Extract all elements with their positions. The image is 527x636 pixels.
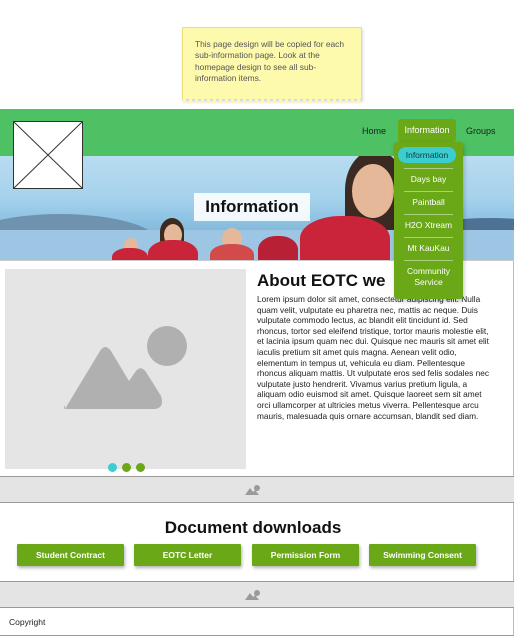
dropdown-divider (404, 237, 453, 238)
swimming-consent-button[interactable]: Swimming Consent (369, 544, 476, 566)
dropdown-item-mt-kaukau[interactable]: Mt KauKau (394, 243, 463, 254)
hero-person (300, 216, 390, 260)
about-body-text: Lorem ipsum dolor sit amet, consectetur … (257, 294, 489, 421)
image-placeholder-icon (13, 121, 83, 189)
dropdown-item-paintball[interactable]: Paintball (394, 197, 463, 208)
dropdown-divider (404, 214, 453, 215)
footer: Copyright (0, 609, 514, 636)
image-carousel[interactable] (5, 269, 246, 472)
student-contract-button[interactable]: Student Contract (17, 544, 124, 566)
nav-information-link[interactable]: Information (398, 119, 456, 142)
carousel-dot[interactable] (136, 463, 145, 472)
nav-home-link[interactable]: Home (362, 126, 386, 136)
image-placeholder-icon (64, 326, 187, 409)
permission-form-button[interactable]: Permission Form (252, 544, 359, 566)
hero-person (352, 164, 394, 218)
logo-placeholder[interactable] (13, 121, 83, 189)
dropdown-item-information[interactable]: Information (398, 147, 456, 163)
hero-person (258, 236, 298, 260)
eotc-letter-button[interactable]: EOTC Letter (134, 544, 241, 566)
image-placeholder-icon (245, 590, 260, 600)
hero-person (210, 244, 254, 260)
about-title: About EOTC we (257, 271, 386, 290)
copyright-text: Copyright (9, 617, 46, 627)
dropdown-divider (404, 260, 453, 261)
information-dropdown-menu: Information Days bay Paintball H2O Xtrea… (394, 142, 463, 299)
downloads-title: Document downloads (164, 518, 342, 537)
dropdown-divider (404, 191, 453, 192)
page-wireframe: Home Information Groups Information Info… (0, 109, 514, 636)
dropdown-item-days-bay[interactable]: Days bay (394, 174, 463, 185)
image-placeholder-icon (245, 485, 260, 495)
dropdown-item-h2o-xtream[interactable]: H2O Xtream (394, 220, 463, 231)
nav-groups-link[interactable]: Groups (466, 126, 496, 136)
hero-title: Information (194, 193, 310, 221)
hero-person (112, 248, 148, 260)
dropdown-item-community-service[interactable]: Community Service (394, 266, 463, 288)
sticky-note-text: This page design will be copied for each… (195, 39, 344, 83)
hero-person (148, 240, 198, 260)
document-downloads-section: Document downloads Student Contract EOTC… (0, 504, 514, 580)
image-placeholder-band (0, 581, 514, 608)
dropdown-divider (404, 168, 453, 169)
sticky-note: This page design will be copied for each… (182, 27, 362, 103)
image-placeholder-band (0, 476, 514, 503)
carousel-dot[interactable] (122, 463, 131, 472)
carousel-dot[interactable] (108, 463, 117, 472)
